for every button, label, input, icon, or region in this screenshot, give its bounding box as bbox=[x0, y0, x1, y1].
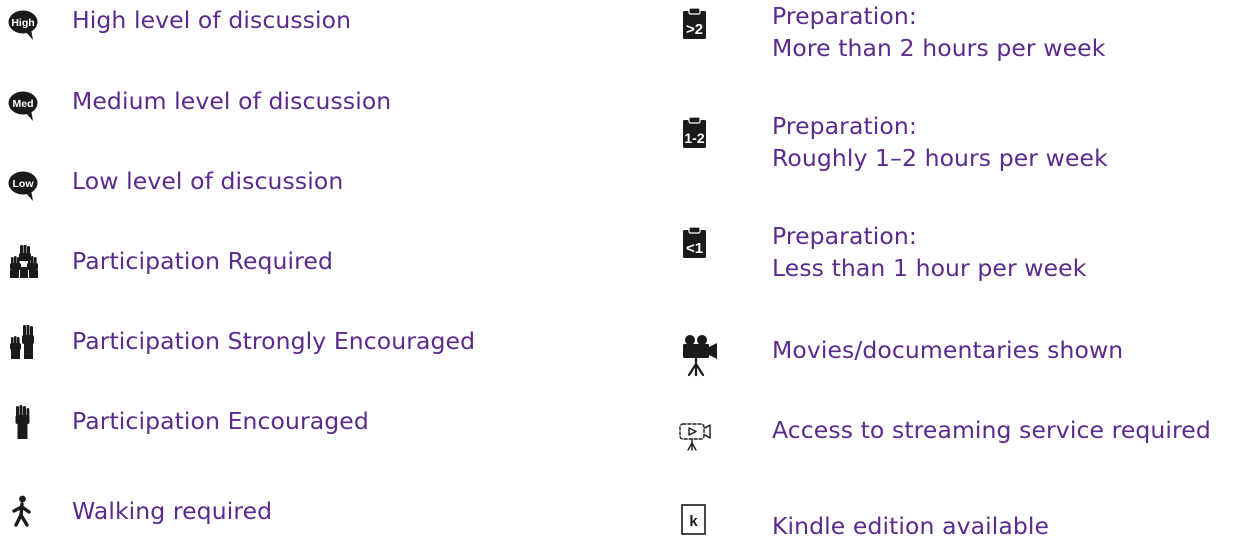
med-badge-text: Med bbox=[13, 98, 34, 110]
legend-label: Low level of discussion bbox=[72, 167, 344, 195]
clipboard-badge-text: <1 bbox=[686, 240, 703, 257]
kindle-badge-text: k bbox=[689, 513, 698, 530]
kindle-icon: k bbox=[680, 504, 714, 538]
legend-label-line2: More than 2 hours per week bbox=[772, 34, 1106, 62]
clipboard-1-2-icon: 1-2 bbox=[680, 116, 714, 150]
walking-person-icon bbox=[8, 495, 38, 529]
legend-label: Participation Strongly Encouraged bbox=[72, 327, 476, 355]
legend-label: Medium level of discussion bbox=[72, 87, 392, 115]
single-raised-hand-icon bbox=[8, 405, 38, 439]
legend-label: Preparation: Less than 1 hour per week bbox=[772, 220, 1086, 284]
legend-label: Participation Required bbox=[72, 247, 333, 275]
clipboard-badge-text: >2 bbox=[686, 21, 703, 38]
medium-discussion-bubble-icon: Med bbox=[8, 89, 38, 123]
legend-label: Preparation: Roughly 1–2 hours per week bbox=[772, 110, 1108, 174]
clipboard-more-than-2-icon: >2 bbox=[680, 7, 714, 41]
legend-label-line1: Preparation: bbox=[772, 222, 917, 250]
legend-label: Participation Encouraged bbox=[72, 407, 369, 435]
high-discussion-bubble-icon: High bbox=[8, 8, 38, 42]
movie-camera-icon bbox=[680, 334, 720, 378]
legend-label-line1: Preparation: bbox=[772, 2, 917, 30]
legend-label: High level of discussion bbox=[72, 6, 352, 34]
many-raised-hands-icon bbox=[8, 245, 38, 279]
two-raised-hands-icon bbox=[8, 325, 38, 359]
legend-label-line1: Preparation: bbox=[772, 112, 917, 140]
legend-label: Access to streaming service required bbox=[772, 416, 1211, 444]
legend-label: Movies/documentaries shown bbox=[772, 336, 1124, 364]
clipboard-less-than-1-icon: <1 bbox=[680, 226, 714, 260]
streaming-camera-icon bbox=[676, 418, 720, 454]
clipboard-badge-text: 1-2 bbox=[684, 130, 704, 146]
legend-label-line2: Less than 1 hour per week bbox=[772, 254, 1087, 282]
high-badge-text: High bbox=[11, 17, 34, 29]
legend-label: Walking required bbox=[72, 497, 273, 525]
legend-label: Kindle edition available bbox=[772, 512, 1050, 540]
legend-label: Preparation: More than 2 hours per week bbox=[772, 0, 1105, 64]
low-discussion-bubble-icon: Low bbox=[8, 169, 38, 203]
legend-label-line2: Roughly 1–2 hours per week bbox=[772, 144, 1108, 172]
low-badge-text: Low bbox=[13, 178, 35, 190]
